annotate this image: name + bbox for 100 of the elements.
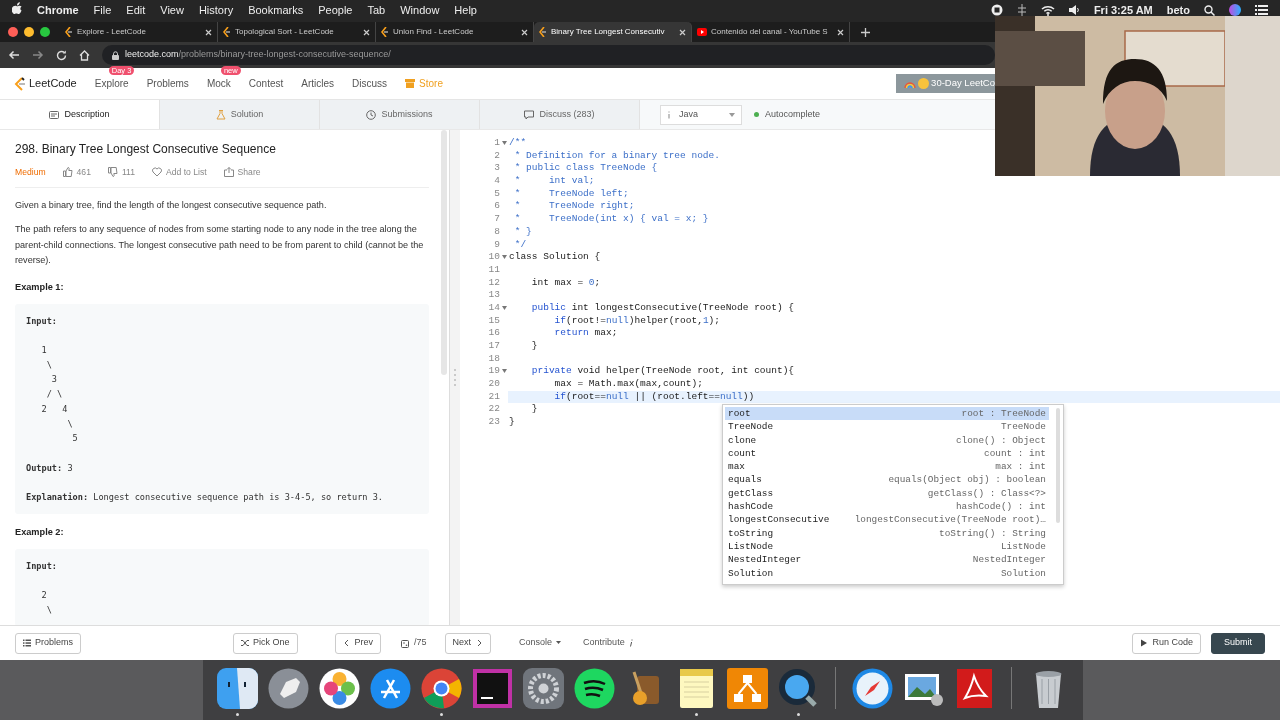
nav-link[interactable]: Articles [301,78,335,89]
add-to-list-button[interactable]: Add to List [152,166,207,179]
suggestion-item[interactable]: getClass getClass() : Class<?> [725,486,1049,501]
line-number: 22 [488,403,500,417]
menu-item[interactable]: Help [454,2,477,19]
autocomplete-toggle[interactable]: Autocomplete [765,107,821,122]
language-select[interactable]: Java [660,104,742,125]
menu-item[interactable]: History [198,2,234,19]
line-number: 7 [494,213,500,226]
problem-counter[interactable]: /75 [401,636,427,650]
line-number: 4 [494,175,500,188]
new-tab-icon[interactable] [860,27,871,39]
dislike-button[interactable]: 111 [107,166,135,179]
browser-tab[interactable]: Binary Tree Longest Consecutiv [534,22,692,42]
submit-button[interactable]: Submit [1211,632,1265,654]
suggestion-item[interactable]: hashCode hashCode() : int [725,500,1049,514]
panel-tab[interactable]: Submissions [320,100,480,129]
pick-one-button[interactable]: Pick One [233,632,298,654]
menu-item[interactable]: Edit [126,2,146,19]
nav-link[interactable]: Explore [94,78,129,89]
suggestion-item[interactable]: equals equals(Object obj) : boolean [725,473,1049,487]
suggestion-item[interactable]: max max : int [725,460,1049,474]
line-number: 5 [494,187,500,201]
menu-item[interactable]: Bookmarks [248,2,304,19]
wifi-icon[interactable] [1040,4,1055,16]
diagram-icon[interactable] [725,665,770,711]
chevron-right-icon [475,639,484,647]
bracket-logo-icon [65,27,73,37]
grid-icon[interactable] [1016,4,1027,17]
code-line: public int longestConsecutive(TreeNode root) { [530,301,795,315]
home-icon[interactable] [79,49,90,61]
line-number: 12 [488,276,500,290]
menu-item[interactable]: View [160,2,184,19]
zoom-window-button[interactable] [40,27,50,37]
like-button[interactable]: 461 [62,166,91,179]
suggestion-item[interactable]: root root : TreeNode [725,407,1049,421]
code-line: if(root!=null)helper(root,1); [553,314,720,328]
thumbs-down-icon [107,167,118,178]
search-icon[interactable] [1204,4,1215,16]
close-icon[interactable] [205,28,212,36]
finder-icon[interactable] [215,665,260,711]
tree-line: 1 [40,344,48,358]
siri-icon[interactable] [1229,4,1241,17]
app-menu[interactable]: Chrome [37,2,79,19]
prev-button[interactable]: Prev [334,632,382,654]
contribute-link[interactable]: Contribute [583,636,633,650]
minimize-window-button[interactable] [24,27,34,37]
run-code-button[interactable]: Run Code [1132,632,1201,654]
suggestion-item[interactable]: toString toString() : String [725,526,1049,540]
menu-item[interactable]: Window [400,2,440,19]
menu-item[interactable]: File [93,2,112,19]
line-number: 23 [488,416,500,429]
close-icon[interactable] [837,28,844,36]
suggestion-item[interactable]: Solution Solution [725,566,1049,580]
fold-arrow-icon[interactable] [502,305,507,310]
suggestion-item[interactable]: count count : int [725,446,1049,461]
rainbow-icon [904,79,917,88]
close-icon[interactable] [521,28,528,36]
fold-arrow-icon[interactable] [502,369,507,374]
nav-link[interactable]: Problems [146,78,189,89]
share-button[interactable]: Share [223,166,261,179]
logo-text[interactable]: LeetCode [29,75,77,92]
close-window-button[interactable] [8,27,18,37]
example-heading: Example 2: [15,525,65,539]
console-dropdown[interactable]: Console [519,636,562,650]
suggestion-item[interactable]: clone clone() : Object [725,433,1049,447]
user-name[interactable]: beto [1166,2,1190,19]
suggestion-item[interactable]: TreeNode TreeNode [725,420,1049,434]
panel-tab[interactable]: Solution [160,100,320,129]
close-icon[interactable] [363,28,370,36]
suggestion-item[interactable]: NestedInteger NestedInteger [725,553,1049,567]
nav-link[interactable]: Mock [206,78,231,89]
fold-arrow-icon[interactable] [502,254,507,259]
problems-button[interactable]: Problems [15,632,81,654]
logo-icon [14,76,26,91]
panel-tab[interactable]: Discuss (283) [480,100,640,129]
thumbs-up-icon [62,167,73,178]
close-icon[interactable] [679,28,686,36]
suggestion-item[interactable]: ListNode ListNode [725,539,1049,554]
code-line: * } [513,225,532,239]
volume-icon[interactable] [1068,5,1080,16]
menu-item[interactable]: Tab [367,2,386,19]
address-field[interactable]: leetcode.com/problems/binary-tree-longest-consecutive-sequence/ [102,45,995,65]
nav-link[interactable]: Discuss [352,78,388,89]
apple-icon[interactable] [12,2,22,14]
forward-icon[interactable] [32,50,44,60]
nav-link[interactable]: Contest [248,78,284,89]
menu-item[interactable]: People [318,2,353,19]
gear-icon[interactable] [521,665,566,711]
line-number: 16 [488,327,500,340]
back-icon[interactable] [8,50,20,60]
fold-arrow-icon[interactable] [502,140,507,145]
list-icon[interactable] [1255,5,1268,16]
suggestion-item[interactable]: longestConsecutive longestConsecutive(TreeNode root)… [725,513,1049,527]
next-button[interactable]: Next [444,632,492,654]
drag-handle-icon[interactable] [454,367,456,388]
panel-tab[interactable]: Description [0,100,160,129]
reload-icon[interactable] [56,49,67,61]
record-icon[interactable] [990,4,1003,17]
code-line: int max = 0; [530,276,601,290]
